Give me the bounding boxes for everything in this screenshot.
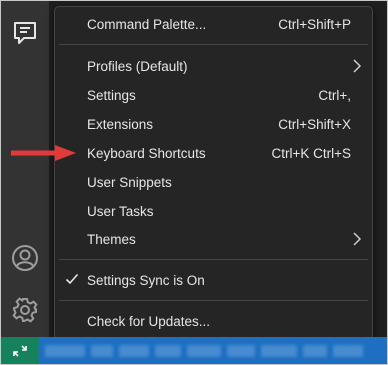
menu-item-profiles[interactable]: Profiles (Default) bbox=[59, 53, 368, 79]
menu-item-shortcut: Ctrl+Shift+X bbox=[278, 116, 351, 132]
menu-item-extensions[interactable]: Extensions Ctrl+Shift+X bbox=[59, 111, 368, 137]
menu-item-label: User Tasks bbox=[87, 203, 154, 219]
menu-separator bbox=[59, 300, 368, 301]
menu-item-shortcut: Ctrl+, bbox=[318, 87, 351, 103]
chat-feedback-icon[interactable] bbox=[10, 18, 40, 48]
menu-item-label: Command Palette... bbox=[87, 16, 207, 32]
chevron-right-icon bbox=[352, 232, 362, 249]
menu-item-shortcut: Ctrl+Shift+P bbox=[278, 16, 351, 32]
menu-item-label: Settings bbox=[87, 87, 136, 103]
menu-item-label: User Snippets bbox=[87, 174, 172, 190]
chevron-right-icon bbox=[352, 59, 362, 76]
account-icon[interactable] bbox=[10, 243, 40, 273]
menu-item-themes[interactable]: Themes bbox=[59, 226, 368, 252]
menu-item-label: Extensions bbox=[87, 116, 154, 132]
menu-item-label: Profiles (Default) bbox=[87, 58, 188, 74]
menu-separator bbox=[59, 44, 368, 45]
menu-item-user-snippets[interactable]: User Snippets bbox=[59, 169, 368, 195]
manage-context-menu: Command Palette... Ctrl+Shift+P Profiles… bbox=[54, 6, 373, 342]
menu-item-settings-sync[interactable]: Settings Sync is On bbox=[59, 267, 368, 293]
menu-item-check-for-updates[interactable]: Check for Updates... bbox=[59, 308, 368, 334]
menu-item-shortcut: Ctrl+K Ctrl+S bbox=[271, 145, 351, 161]
menu-separator bbox=[59, 259, 368, 260]
remote-icon[interactable] bbox=[1, 337, 39, 364]
menu-item-user-tasks[interactable]: User Tasks bbox=[59, 198, 368, 224]
menu-item-label: Keyboard Shortcuts bbox=[87, 145, 206, 161]
vscode-window: Command Palette... Ctrl+Shift+P Profiles… bbox=[1, 1, 387, 364]
check-icon bbox=[65, 272, 79, 289]
menu-item-settings[interactable]: Settings Ctrl+, bbox=[59, 82, 368, 108]
gear-icon[interactable] bbox=[10, 295, 40, 325]
status-bar bbox=[1, 337, 387, 364]
menu-item-label: Settings Sync is On bbox=[87, 272, 205, 288]
menu-item-command-palette[interactable]: Command Palette... Ctrl+Shift+P bbox=[59, 11, 368, 37]
menu-item-label: Check for Updates... bbox=[87, 313, 211, 329]
red-arrow-icon bbox=[11, 144, 77, 167]
status-bar-items-redacted bbox=[45, 345, 377, 357]
activity-bar bbox=[1, 1, 49, 337]
menu-item-label: Themes bbox=[87, 231, 136, 247]
menu-item-keyboard-shortcuts[interactable]: Keyboard Shortcuts Ctrl+K Ctrl+S bbox=[59, 140, 368, 166]
